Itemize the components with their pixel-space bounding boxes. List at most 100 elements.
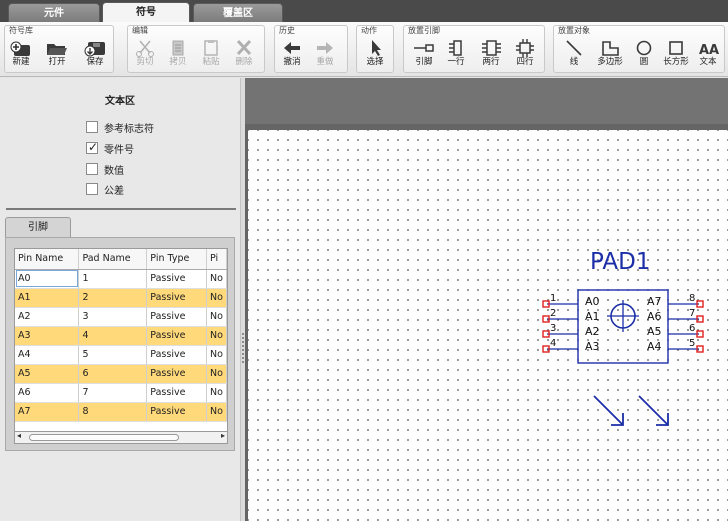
tab-pins[interactable]: 引脚	[5, 217, 71, 237]
table-row[interactable]: A6 7 Passive No	[15, 383, 227, 403]
tab-component[interactable]: 元件	[8, 3, 100, 22]
rectangle-label: 长方形	[663, 57, 689, 67]
arrow-left-icon	[284, 42, 300, 54]
cell-pad-name[interactable]: 2	[78, 288, 148, 308]
group-place-pins: 放置引脚 引脚 一行 两行 四行	[403, 25, 545, 73]
horizontal-scrollbar[interactable]: ◂ ▸	[14, 431, 228, 444]
pin-table: Pin Name Pad Name Pin Type Pi A0 1 Passi…	[14, 248, 228, 432]
cell-pin-name[interactable]: A0	[15, 269, 80, 289]
table-row[interactable]: A0 1 Passive No	[15, 269, 227, 289]
cell-pin-name[interactable]: A4	[15, 345, 80, 365]
cell-truncated[interactable]: No	[206, 364, 227, 384]
scroll-right-arrow-icon[interactable]: ▸	[221, 431, 225, 440]
undo-button[interactable]: 撤消	[278, 39, 306, 73]
cell-pin-name[interactable]: A1	[15, 288, 80, 308]
cell-pad-name[interactable]: 1	[78, 269, 148, 289]
cell-pad-name[interactable]: 3	[78, 307, 148, 327]
splitter-grip-icon[interactable]	[242, 333, 244, 363]
four-row-button[interactable]: 四行	[511, 39, 539, 73]
table-row[interactable]: A2 3 Passive No	[15, 307, 227, 327]
cell-pin-name[interactable]: A3	[15, 326, 80, 346]
cut-button[interactable]: 剪切	[131, 39, 159, 73]
cell-pin-name[interactable]: A5	[15, 364, 80, 384]
cell-pin-type[interactable]: Passive	[146, 364, 207, 384]
cell-pad-name[interactable]: 7	[78, 383, 148, 403]
arrow-right-icon	[317, 42, 333, 54]
cell-truncated[interactable]: No	[206, 326, 227, 346]
checkbox-value[interactable]: 数值	[86, 161, 124, 177]
column-header-truncated[interactable]: Pi	[206, 249, 227, 270]
cell-pin-type[interactable]: Passive	[146, 288, 207, 308]
tab-symbol[interactable]: 符号	[102, 2, 190, 23]
symbol-canvas[interactable]: PAD1 1 A0 2 A1 3 A2 4 A3 8 A7 7 A6 6 A5 5 A4	[248, 130, 728, 521]
line-button[interactable]: 线	[560, 39, 588, 73]
rectangle-button[interactable]: 长方形	[660, 39, 692, 73]
two-row-button[interactable]: 两行	[477, 39, 505, 73]
cell-truncated[interactable]: No	[206, 345, 227, 365]
column-header-pin-type[interactable]: Pin Type	[146, 249, 207, 270]
symbol-name-text[interactable]: PAD1	[590, 249, 650, 275]
paste-button[interactable]: 粘贴	[197, 39, 225, 73]
select-button[interactable]: 选择	[361, 39, 389, 73]
two-row-label: 两行	[482, 57, 500, 67]
checkbox-part-number[interactable]: 零件号	[86, 140, 134, 156]
delete-button[interactable]: 删除	[230, 39, 258, 73]
checkbox-box[interactable]	[86, 121, 98, 133]
circle-label: 圆	[639, 57, 649, 67]
circle-button[interactable]: 圆	[630, 39, 658, 73]
arrow-down-right-icon[interactable]	[593, 395, 624, 426]
checkbox-reference-designator[interactable]: 参考标志符	[86, 119, 154, 135]
pin-number: 6	[689, 323, 695, 334]
scroll-left-arrow-icon[interactable]: ◂	[17, 431, 21, 440]
cell-truncated[interactable]: No	[206, 269, 227, 289]
new-button[interactable]: 新建	[7, 39, 35, 73]
column-header-pad-name[interactable]: Pad Name	[78, 249, 148, 270]
checkbox-label: 参考标志符	[104, 123, 154, 135]
cell-pin-type[interactable]: Passive	[146, 326, 207, 346]
checkbox-box[interactable]	[86, 163, 98, 175]
cell-pin-type[interactable]: Passive	[146, 383, 207, 403]
save-button[interactable]: 保存	[81, 39, 109, 73]
table-row[interactable]: A3 4 Passive No	[15, 326, 227, 346]
cell-pin-name[interactable]: A7	[15, 402, 80, 422]
new-label: 新建	[12, 57, 30, 67]
pin-number: 2	[550, 308, 556, 319]
symbol-drawing[interactable]: PAD1 1 A0 2 A1 3 A2 4 A3 8 A7 7 A6 6 A5 5 A4	[248, 130, 728, 521]
copy-button[interactable]: 拷贝	[164, 39, 192, 73]
text-button[interactable]: AA 文本	[694, 39, 722, 73]
pin-button[interactable]: 引脚	[410, 39, 438, 73]
group-place-objects: 放置对象 线 多边形 圆 长方形 AA 文本	[553, 25, 725, 73]
cell-pin-type[interactable]: Passive	[146, 402, 207, 422]
cell-truncated[interactable]: No	[206, 402, 227, 422]
cell-pin-type[interactable]: Passive	[146, 269, 207, 289]
cell-pad-name[interactable]: 6	[78, 364, 148, 384]
checkbox-label: 公差	[104, 185, 124, 197]
one-row-button[interactable]: 一行	[442, 39, 470, 73]
cell-truncated[interactable]: No	[206, 307, 227, 327]
cell-pad-name[interactable]: 5	[78, 345, 148, 365]
open-button[interactable]: 打开	[43, 39, 71, 73]
checkbox-box-checked[interactable]	[86, 140, 98, 154]
cell-pin-name[interactable]: A2	[15, 307, 80, 327]
cell-truncated[interactable]: No	[206, 383, 227, 403]
polygon-button[interactable]: 多边形	[594, 39, 626, 73]
cell-truncated[interactable]: No	[206, 288, 227, 308]
checkbox-tolerance[interactable]: 公差	[86, 181, 124, 197]
cell-pin-name[interactable]: A6	[15, 383, 80, 403]
cell-pin-type[interactable]: Passive	[146, 307, 207, 327]
table-row[interactable]: A5 6 Passive No	[15, 364, 227, 384]
cell-pad-name[interactable]: 4	[78, 326, 148, 346]
table-row[interactable]: A4 5 Passive No	[15, 345, 227, 365]
table-row[interactable]: A1 2 Passive No	[15, 288, 227, 308]
table-row[interactable]: A7 8 Passive No	[15, 402, 227, 422]
tab-footprint[interactable]: 覆盖区	[193, 3, 283, 22]
pin-name: A2	[585, 325, 600, 338]
pin-name: A1	[585, 310, 600, 323]
arrow-down-right-icon[interactable]	[638, 395, 669, 426]
redo-button[interactable]: 重做	[311, 39, 339, 73]
checkbox-box[interactable]	[86, 183, 98, 195]
cell-pad-name[interactable]: 8	[78, 402, 148, 422]
scrollbar-thumb[interactable]	[29, 434, 179, 441]
column-header-pin-name[interactable]: Pin Name	[15, 249, 80, 270]
cell-pin-type[interactable]: Passive	[146, 345, 207, 365]
